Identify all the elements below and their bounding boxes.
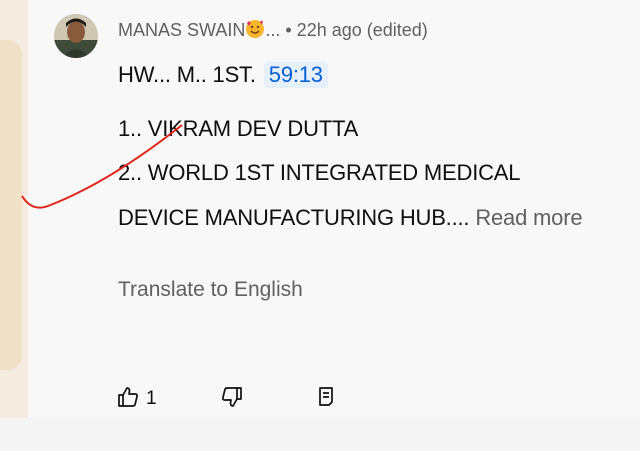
author-suffix: ...	[265, 20, 281, 40]
background-decoration	[0, 40, 22, 370]
comment-line-2: 1.. VIKRAM DEV DUTTA	[118, 116, 359, 141]
avatar[interactable]	[54, 14, 98, 58]
reply-icon	[314, 385, 338, 414]
like-count: 1	[146, 388, 157, 409]
comment-time[interactable]: • 22h ago (edited)	[280, 20, 427, 40]
like-button[interactable]: 1	[116, 384, 157, 414]
background-bottom	[0, 418, 640, 451]
timestamp-link[interactable]: 59:13	[263, 62, 328, 88]
author-name[interactable]: MANAS SWAIN	[118, 20, 245, 40]
dislike-button[interactable]	[220, 384, 244, 414]
comment-line-3: 2.. WORLD 1ST INTEGRATED MEDICAL	[118, 160, 521, 185]
smiling-face-with-hearts-icon	[245, 19, 265, 39]
reply-button[interactable]	[314, 384, 338, 414]
translate-button[interactable]: Translate to English	[118, 278, 303, 302]
read-more-link[interactable]: Read more	[475, 205, 582, 230]
comment-line-1: HW... M.. 1ST. 59:13	[118, 62, 328, 88]
comment-line-4: DEVICE MANUFACTURING HUB.... Read more	[118, 205, 583, 231]
thumbs-down-icon	[220, 385, 244, 414]
comment-text: HW... M.. 1ST.	[118, 62, 256, 87]
comment-meta: MANAS SWAIN... • 22h ago (edited)	[118, 19, 428, 41]
comment-text-continued: DEVICE MANUFACTURING HUB....	[118, 205, 470, 230]
thumbs-up-icon	[116, 385, 140, 414]
